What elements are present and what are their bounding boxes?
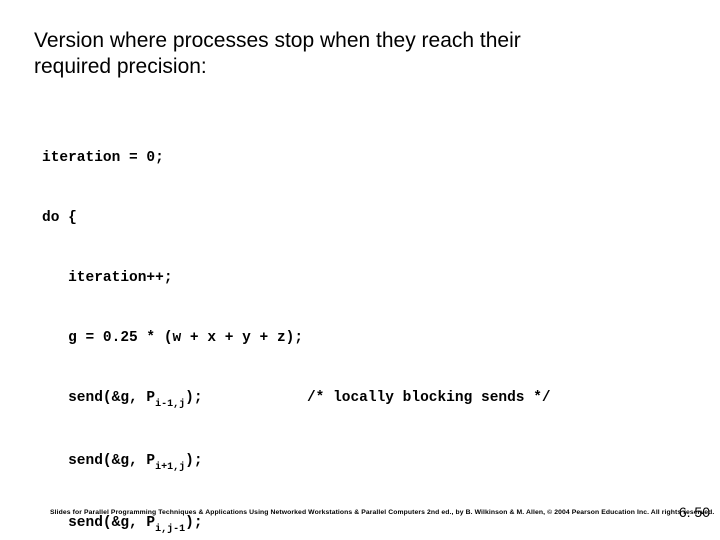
code-text: ); <box>185 453 202 469</box>
code-line: send(&g, Pi-1,j); /* locally blocking se… <box>42 388 682 411</box>
code-text: send(&g, P <box>42 453 155 469</box>
footer-text: Slides for Parallel Programming Techniqu… <box>50 509 660 516</box>
code-line: iteration++; <box>42 268 682 288</box>
code-comment: /* locally blocking sends */ <box>203 390 551 406</box>
code-line: send(&g, Pi,j-1); <box>42 513 682 536</box>
code-line: iteration = 0; <box>42 148 682 168</box>
code-line: g = 0.25 * (w + x + y + z); <box>42 328 682 348</box>
slide-title: Version where processes stop when they r… <box>34 28 594 81</box>
code-block: iteration = 0; do { iteration++; g = 0.2… <box>42 108 682 540</box>
code-text: ); <box>185 515 202 531</box>
page-number: 6. 50 <box>679 504 710 520</box>
code-text: send(&g, P <box>42 515 155 531</box>
slide: Version where processes stop when they r… <box>0 0 720 540</box>
code-text: send(&g, P <box>42 390 155 406</box>
code-text: ); <box>185 390 202 406</box>
code-line: send(&g, Pi+1,j); <box>42 451 682 474</box>
sub-index: i-1,j <box>155 399 185 410</box>
code-line: do { <box>42 208 682 228</box>
sub-index: i+1,j <box>155 462 185 473</box>
sub-index: i,j-1 <box>155 524 185 535</box>
